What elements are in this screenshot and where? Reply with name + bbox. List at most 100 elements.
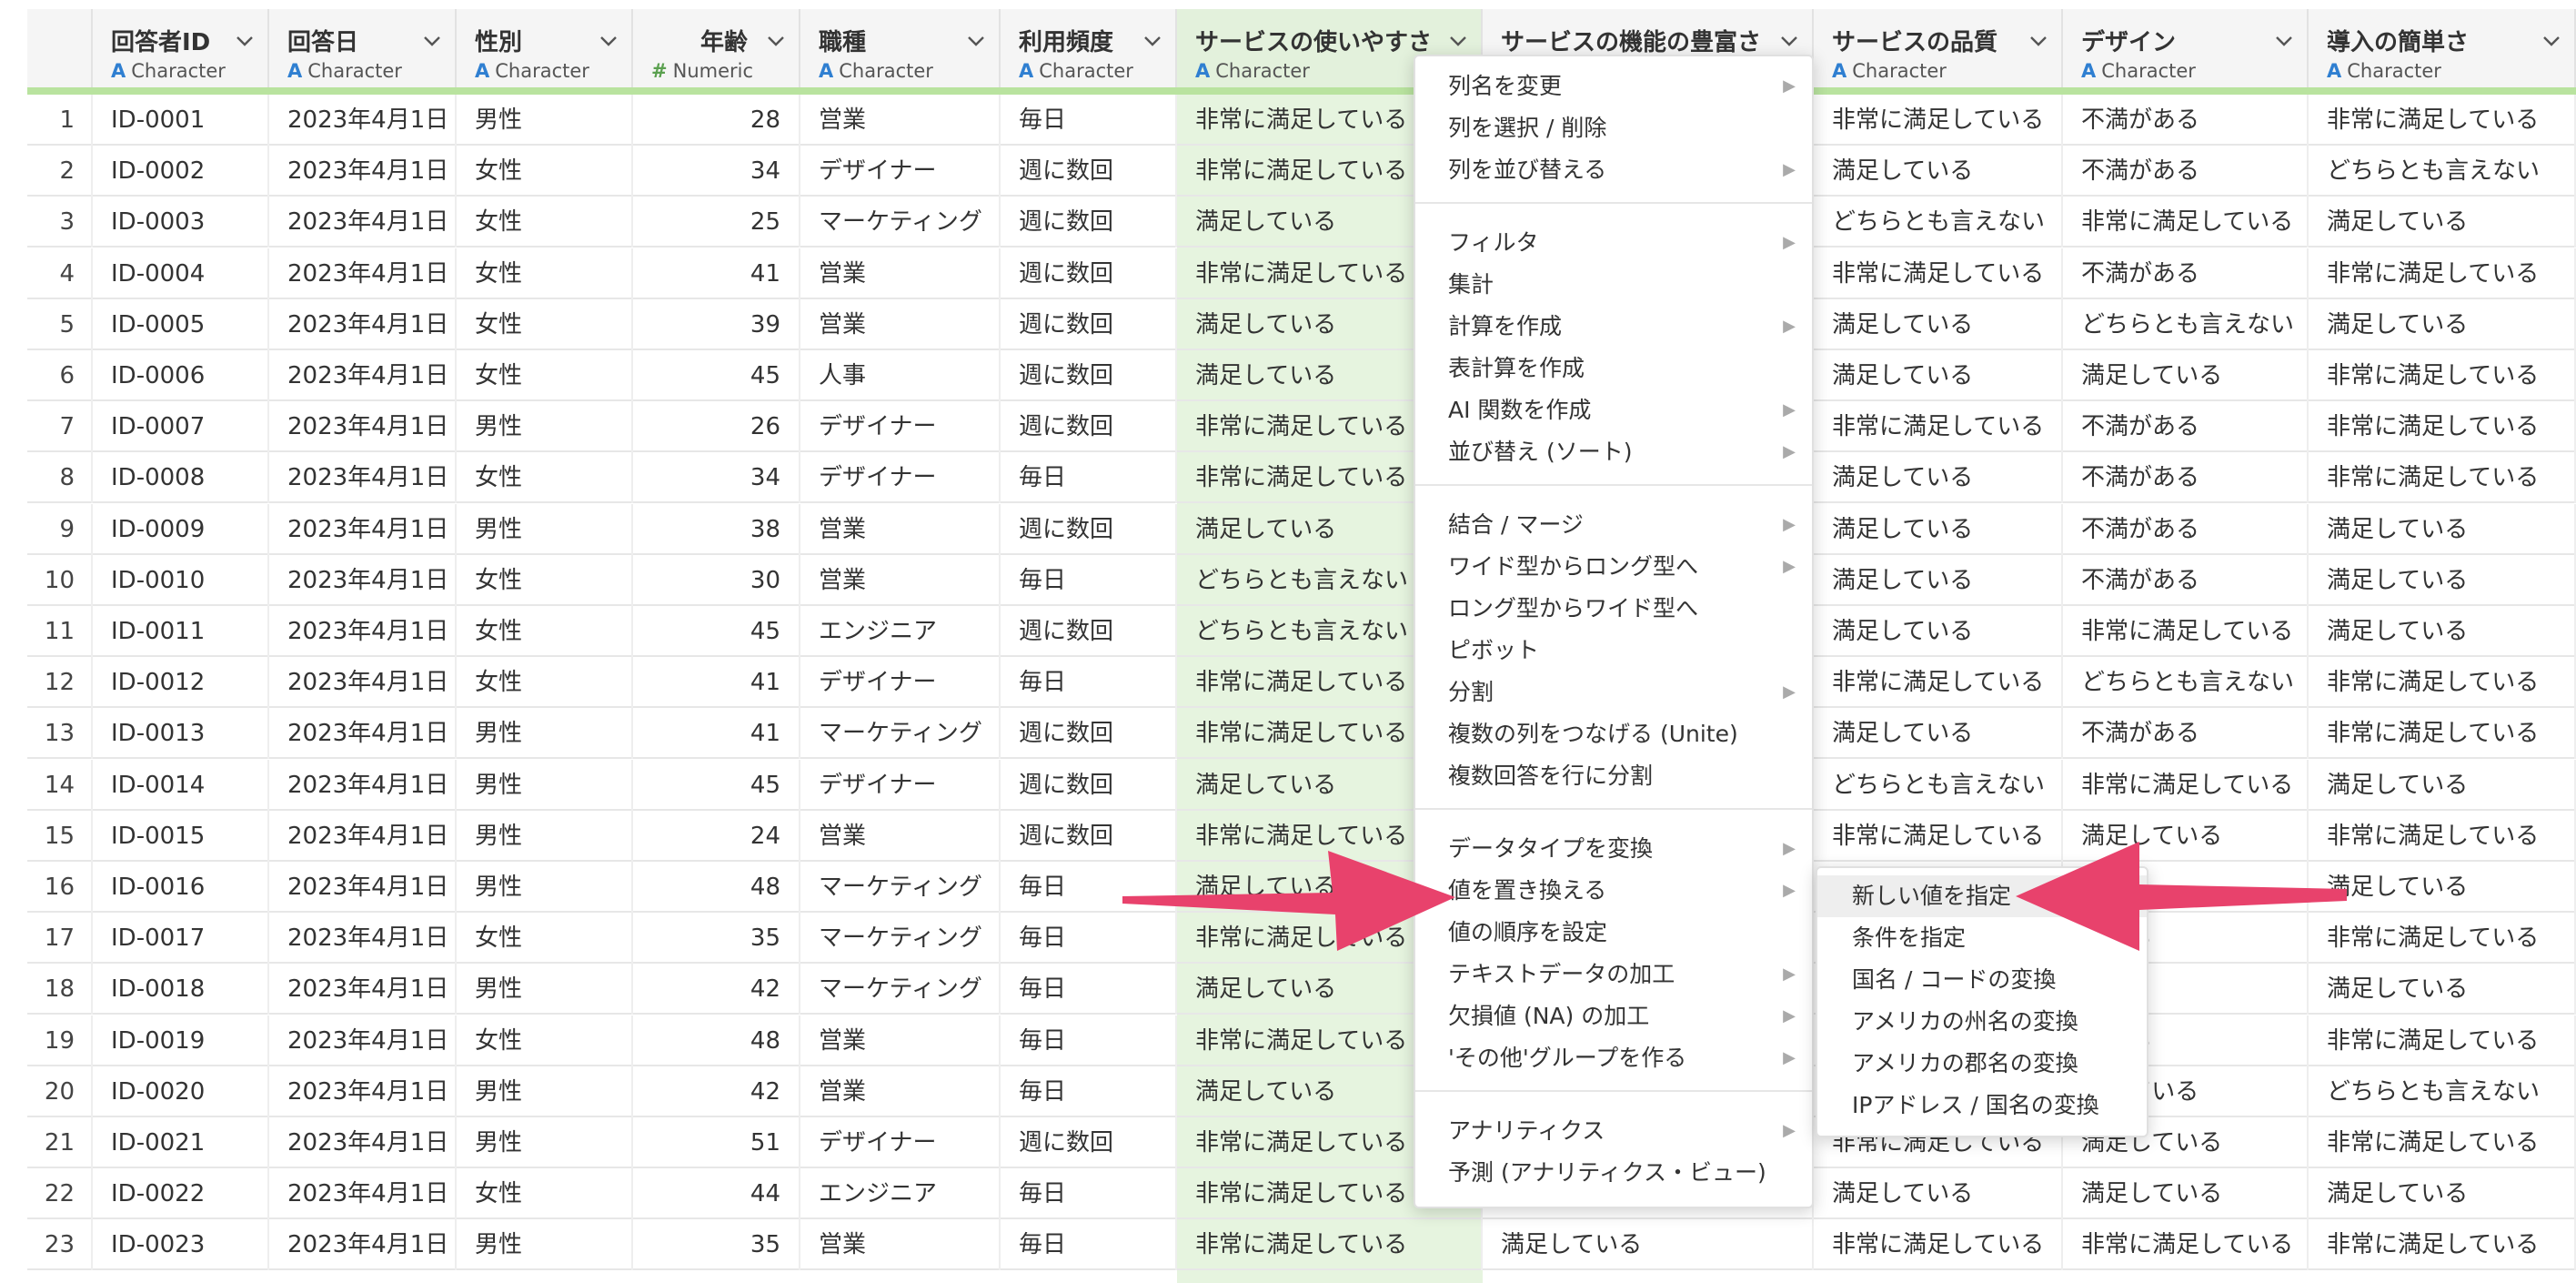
table-cell[interactable]: ID-0013 (93, 708, 269, 760)
table-row[interactable]: 1 ID-0001 2023年4月1日 男性 28 営業 毎日 非常に満足している 非常に満足し… (27, 95, 2576, 146)
table-row[interactable]: 4 ID-0004 2023年4月1日 女性 41 営業 週に数回 非常に満足している 非常に満… (27, 248, 2576, 299)
table-cell[interactable]: 45 (633, 350, 800, 401)
table-cell[interactable]: 不満がある (2063, 452, 2309, 504)
table-cell[interactable]: 満足している (1483, 1219, 1814, 1271)
table-cell[interactable]: ID-0015 (93, 810, 269, 862)
table-row[interactable]: 17 ID-0017 2023年4月1日 女性 35 マーケティング 毎日 非常に満足している… (27, 913, 2576, 965)
table-cell[interactable]: 2023年4月1日 (269, 298, 457, 350)
table-cell[interactable]: 28 (633, 95, 800, 146)
table-row[interactable]: 18ID-00182023年4月1日男性42マーケティング毎日満足しているある満… (27, 964, 2576, 1015)
table-cell[interactable]: 週に数回 (1001, 146, 1177, 197)
submenu-item[interactable]: アメリカの郡名の変換 (1817, 1043, 2147, 1085)
table-cell[interactable]: 営業 (800, 298, 1001, 350)
table-cell[interactable]: 男性 (457, 1117, 633, 1168)
table-cell[interactable]: 非常に満足している (2309, 657, 2576, 709)
table-row[interactable]: 15 ID-0015 2023年4月1日 男性 24 営業 週に数回 非常に満足している 非常に… (27, 810, 2576, 862)
table-cell[interactable]: 満足している (1814, 146, 2063, 197)
table-row[interactable]: 19ID-00192023年4月1日女性48営業毎日非常に満足しているている非常… (27, 1015, 2576, 1066)
table-cell[interactable]: 満足している (1814, 503, 2063, 555)
table-cell[interactable]: 女性 (457, 657, 633, 709)
table-cell[interactable]: 2023年4月1日 (269, 452, 457, 504)
table-cell[interactable]: 男性 (457, 964, 633, 1015)
table-cell[interactable]: 週に数回 (1001, 759, 1177, 811)
menu-item[interactable]: アナリティクス ▶ (1415, 1110, 1816, 1152)
table-cell[interactable]: 不満がある (2063, 95, 2309, 146)
menu-item[interactable]: フィルタ ▶ (1415, 222, 1816, 264)
table-cell[interactable]: デザイナー (800, 452, 1001, 504)
table-cell[interactable]: 女性 (457, 452, 633, 504)
table-cell[interactable]: 女性 (457, 350, 633, 401)
table-cell[interactable]: ID-0002 (93, 146, 269, 197)
table-cell[interactable]: ID-0010 (93, 554, 269, 606)
table-row[interactable]: 5 ID-0005 2023年4月1日 女性 39 営業 週に数回 満足している 満足しているど… (27, 298, 2576, 350)
submenu-item[interactable]: IPアドレス / 国名の変換 (1817, 1085, 2147, 1126)
table-cell[interactable]: 不満がある (2063, 401, 2309, 453)
table-cell[interactable]: 2023年4月1日 (269, 554, 457, 606)
menu-item[interactable]: 値を置き換える ▶ (1415, 870, 1816, 912)
table-cell[interactable]: 週に数回 (1001, 298, 1177, 350)
menu-item[interactable]: 並び替え (ソート) ▶ (1415, 431, 1816, 473)
table-cell[interactable]: 非常に満足している (2063, 197, 2309, 248)
table-row[interactable]: 13 ID-0013 2023年4月1日 男性 41 マーケティング 週に数回 非常に満足して… (27, 708, 2576, 760)
table-cell[interactable]: 毎日 (1001, 913, 1177, 965)
menu-item[interactable]: 値の順序を設定 (1415, 912, 1816, 954)
table-cell[interactable]: ID-0007 (93, 401, 269, 453)
table-cell[interactable]: 38 (633, 503, 800, 555)
table-cell[interactable]: どちらとも言えない (1814, 759, 2063, 811)
table-cell[interactable]: 毎日 (1001, 554, 1177, 606)
table-cell[interactable]: 44 (633, 1168, 800, 1220)
table-cell[interactable]: 毎日 (1001, 657, 1177, 709)
table-cell[interactable]: デザイナー (800, 759, 1001, 811)
table-cell[interactable]: ID-0006 (93, 350, 269, 401)
table-cell[interactable]: 男性 (457, 708, 633, 760)
menu-item[interactable]: 複数の列をつなげる (Unite) (1415, 713, 1816, 755)
table-cell[interactable]: ID-0001 (93, 95, 269, 146)
column-header[interactable]: 職種 A Character (800, 9, 1001, 91)
column-header[interactable]: サービスの品質 A Character (1814, 9, 2063, 91)
table-cell[interactable]: ID-0023 (93, 1219, 269, 1271)
table-cell[interactable]: 2023年4月1日 (269, 197, 457, 248)
table-cell[interactable]: マーケティング (800, 197, 1001, 248)
table-cell[interactable]: 不満がある (2063, 146, 2309, 197)
table-cell[interactable]: ID-0017 (93, 913, 269, 965)
table-cell[interactable]: 女性 (457, 197, 633, 248)
table-cell[interactable]: 非常に満足している (2063, 606, 2309, 657)
table-cell[interactable]: 男性 (457, 810, 633, 862)
table-cell[interactable]: 週に数回 (1001, 708, 1177, 760)
table-cell[interactable]: ID-0014 (93, 759, 269, 811)
table-cell[interactable]: 非常に満足している (2309, 1117, 2576, 1168)
table-row[interactable]: 7 ID-0007 2023年4月1日 男性 26 デザイナー 週に数回 非常に満足している 非… (27, 401, 2576, 453)
chevron-down-icon[interactable] (2274, 31, 2294, 51)
table-cell[interactable]: 非常に満足している (2063, 1219, 2309, 1271)
table-cell[interactable]: 満足している (2309, 862, 2576, 913)
menu-item[interactable]: 列を選択 / 削除 (1415, 107, 1816, 149)
table-cell[interactable]: 満足している (2063, 350, 2309, 401)
table-row[interactable]: 23 ID-0023 2023年4月1日 男性 35 営業 毎日 非常に満足している 満足してい… (27, 1219, 2576, 1271)
column-header[interactable]: 利用頻度 A Character (1001, 9, 1177, 91)
table-cell[interactable]: 満足している (1814, 606, 2063, 657)
table-cell[interactable]: 男性 (457, 95, 633, 146)
table-row[interactable]: 8 ID-0008 2023年4月1日 女性 34 デザイナー 毎日 非常に満足している 満足し… (27, 452, 2576, 504)
table-cell[interactable]: 非常に満足している (2309, 1219, 2576, 1271)
table-cell[interactable]: ID-0003 (93, 197, 269, 248)
table-row[interactable]: 6 ID-0006 2023年4月1日 女性 45 人事 週に数回 満足している 満足している満… (27, 350, 2576, 401)
table-cell[interactable]: 女性 (457, 1015, 633, 1066)
table-cell[interactable]: 48 (633, 862, 800, 913)
table-cell[interactable]: ID-0022 (93, 1168, 269, 1220)
menu-item[interactable]: 列名を変更 ▶ (1415, 66, 1816, 107)
table-cell[interactable]: どちらとも言えない (2309, 1066, 2576, 1117)
table-cell[interactable]: どちらとも言えない (2063, 298, 2309, 350)
table-row[interactable]: 14 ID-0014 2023年4月1日 男性 45 デザイナー 週に数回 満足している どちら… (27, 759, 2576, 811)
table-cell[interactable]: 営業 (800, 1219, 1001, 1271)
table-cell[interactable]: 毎日 (1001, 964, 1177, 1015)
table-cell[interactable]: 2023年4月1日 (269, 503, 457, 555)
menu-item[interactable]: 予測 (アナリティクス・ビュー) (1415, 1152, 1816, 1194)
table-cell[interactable]: デザイナー (800, 1117, 1001, 1168)
table-cell[interactable]: 営業 (800, 810, 1001, 862)
menu-item[interactable]: 結合 / マージ ▶ (1415, 504, 1816, 546)
table-cell[interactable]: ID-0012 (93, 657, 269, 709)
table-cell[interactable]: 不満がある (2063, 708, 2309, 760)
column-header[interactable]: 導入の簡単さ A Character (2309, 9, 2576, 91)
table-cell[interactable]: ID-0021 (93, 1117, 269, 1168)
column-header[interactable]: 性別 A Character (457, 9, 633, 91)
